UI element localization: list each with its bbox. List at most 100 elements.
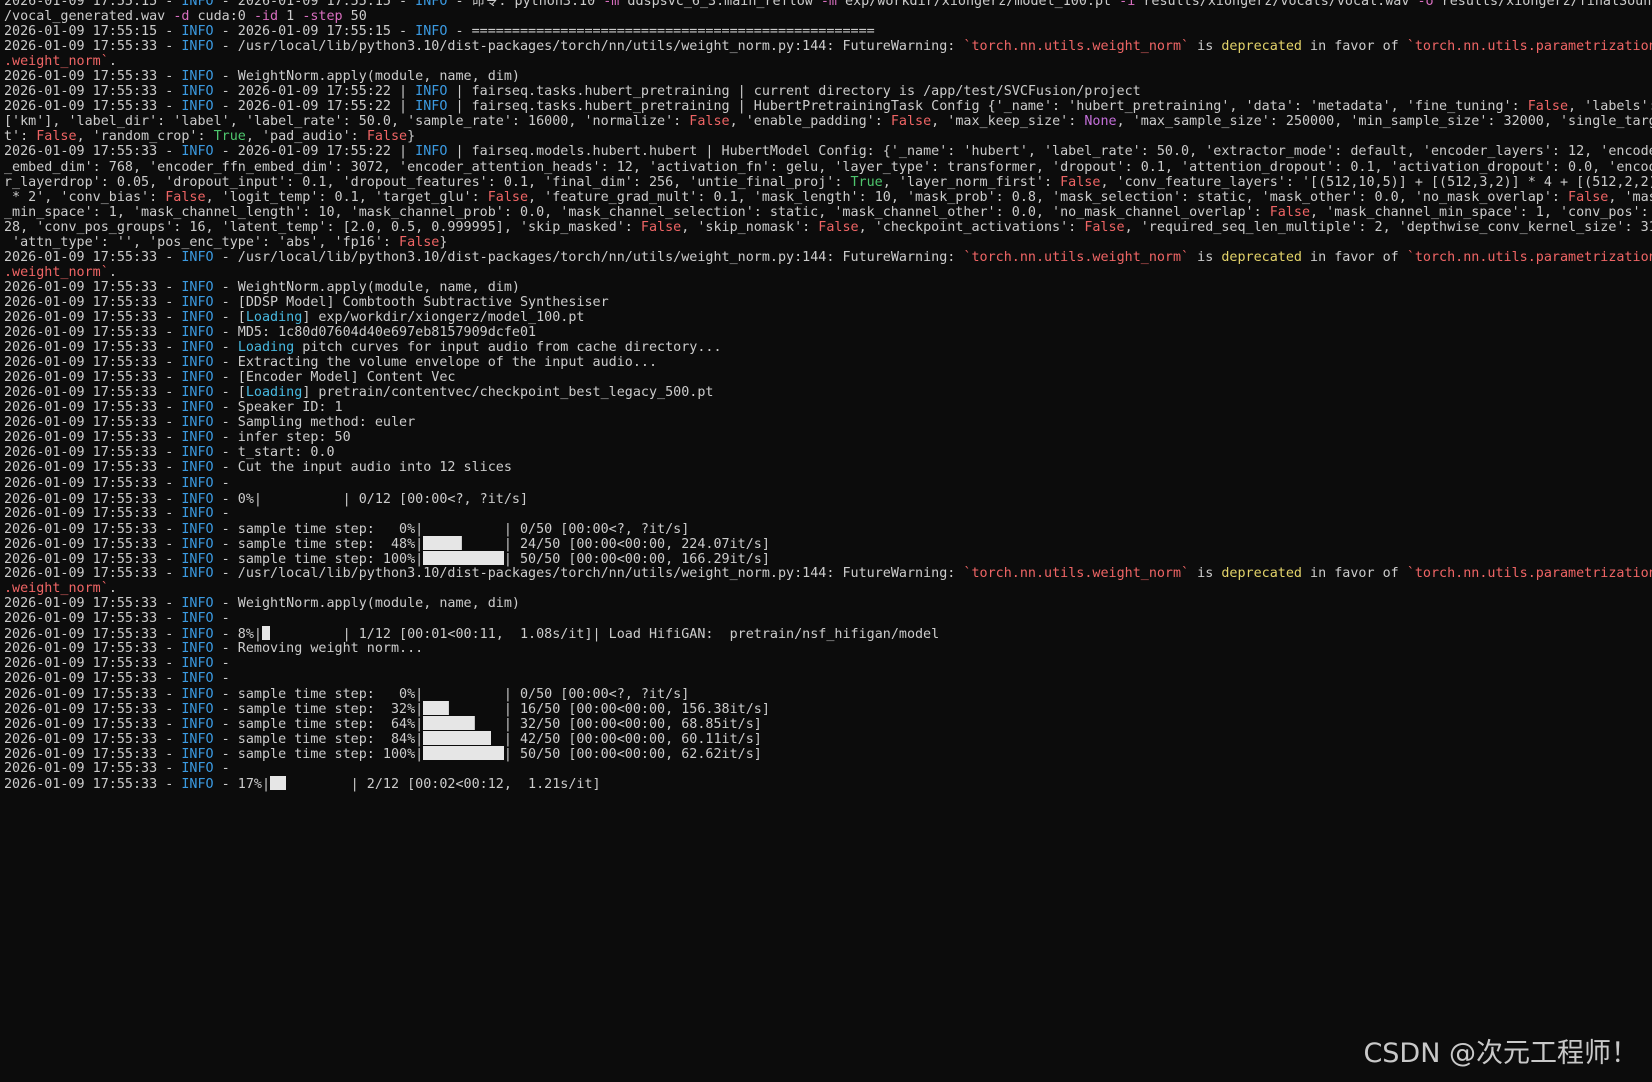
log-token-red: `torch.nn.utils.weight_norm`: [963, 39, 1190, 55]
log-line: * 2', 'conv_bias': False, 'logit_temp': …: [4, 190, 1652, 205]
log-line: _min_space': 1, 'mask_channel_length': 1…: [4, 205, 1652, 220]
log-line: t': False, 'random_crop': True, 'pad_aud…: [4, 129, 1652, 144]
log-token-info: INFO: [181, 355, 214, 371]
progress-bar: [262, 490, 343, 505]
log-text: - sample time step: 100%|: [213, 551, 424, 567]
log-text: 2026-01-09 17:55:33 -: [4, 747, 182, 763]
log-text: , 'mask_channel_min_space': 1, 'conv_pos…: [1310, 204, 1652, 220]
log-text: 2026-01-09 17:55:33 -: [4, 84, 182, 100]
log-line: 2026-01-09 17:55:33 - INFO - WeightNorm.…: [4, 280, 1652, 295]
log-token-info: INFO: [181, 84, 214, 100]
log-text: | 50/50 [00:00<00:00, 166.29it/s]: [503, 551, 770, 567]
log-token-red: False: [640, 219, 682, 235]
log-token-green: True: [213, 129, 246, 145]
log-text: | fairseq.tasks.hubert_pretraining | Hub…: [447, 99, 1528, 115]
log-line: 2026-01-09 17:55:33 - INFO - [Loading] e…: [4, 310, 1652, 325]
log-text: | 42/50 [00:00<00:00, 60.11it/s]: [503, 732, 762, 748]
log-line: 'attn_type': '', 'pos_enc_type': 'abs', …: [4, 235, 1652, 250]
log-text: - WeightNorm.apply(module, name, dim): [213, 69, 520, 85]
log-text: 2026-01-09 17:55:33 -: [4, 626, 182, 642]
log-line: 2026-01-09 17:55:33 - INFO - sample time…: [4, 746, 1652, 763]
log-text: 2026-01-09 17:55:33 -: [4, 385, 182, 401]
csdn-watermark: CSDN @次元工程师！: [1363, 1038, 1638, 1069]
log-line: 2026-01-09 17:55:33 - INFO - Sampling me…: [4, 415, 1652, 430]
log-text: ] pretrain/contentvec/checkpoint_best_le…: [302, 385, 714, 401]
log-text: 1: [278, 9, 303, 25]
log-text: , 'mask: [1608, 189, 1652, 205]
log-token-red: .weight_norm`: [4, 264, 109, 280]
log-token-yellow: deprecated: [1221, 39, 1302, 55]
log-token-dflag: -step: [302, 9, 343, 25]
log-text: is: [1189, 565, 1222, 581]
log-text: - sample time step: 48%|: [213, 536, 424, 552]
log-text: 2026-01-09 17:55:33 -: [4, 279, 182, 295]
log-text: , 'labels':: [1568, 99, 1652, 115]
log-token-info: INFO: [415, 24, 448, 40]
log-text: 2026-01-09 17:55:33 -: [4, 415, 182, 431]
terminal-output: 2026-01-09 17:55:15 - INFO - 2026-01-09 …: [4, 0, 1652, 792]
log-line: 2026-01-09 17:55:15 - INFO - 2026-01-09 …: [4, 24, 1652, 39]
log-token-info: INFO: [181, 279, 214, 295]
log-token-cyan: Loading: [245, 309, 303, 325]
log-token-red: `torch.nn.utils.parametrizations: [1406, 565, 1652, 581]
log-text: 2026-01-09 17:55:33 -: [4, 610, 182, 626]
log-token-info: INFO: [181, 551, 214, 567]
log-text: - WeightNorm.apply(module, name, dim): [213, 595, 520, 611]
log-text: .: [108, 264, 117, 280]
log-token-red: False: [689, 114, 730, 130]
log-token-info: INFO: [181, 595, 214, 611]
log-text: .: [108, 54, 117, 70]
log-token-info: INFO: [181, 0, 214, 9]
log-text: t':: [4, 129, 37, 145]
log-text: - 8%|: [213, 626, 262, 642]
log-text: - /usr/local/lib/python3.10/dist-package…: [213, 249, 964, 265]
log-text: - MD5: 1c80d07604d40e697eb8157909dcfe01: [213, 325, 537, 341]
log-token-info: INFO: [181, 309, 214, 325]
log-text: 2026-01-09 17:55:33 -: [4, 249, 182, 265]
progress-bar: [423, 731, 504, 746]
log-text: - WeightNorm.apply(module, name, dim): [213, 279, 520, 295]
log-token-info: INFO: [181, 702, 214, 718]
log-token-red: False: [890, 114, 932, 130]
log-line: 2026-01-09 17:55:33 - INFO -: [4, 476, 1652, 491]
log-token-red: `torch.nn.utils.parametrizations: [1406, 39, 1652, 55]
terminal-window[interactable]: 2026-01-09 17:55:15 - INFO - 2026-01-09 …: [0, 0, 1652, 1082]
log-token-red: False: [165, 189, 206, 205]
log-text: | 0/12 [00:00<?, ?it/s]: [342, 491, 529, 507]
log-text: 2026-01-09 17:55:33 -: [4, 400, 182, 416]
log-text: - 2026-01-09 17:55:15 -: [213, 24, 416, 40]
log-text: , 'required_seq_len_multiple': 2, 'depth…: [1124, 219, 1652, 235]
log-text: 2026-01-09 17:55:33 -: [4, 309, 182, 325]
log-line: 2026-01-09 17:55:33 - INFO - MD5: 1c80d0…: [4, 325, 1652, 340]
log-line: 2026-01-09 17:55:33 - INFO - 17%| | 2/12 …: [4, 776, 1652, 792]
log-token-red: .weight_norm`: [4, 580, 109, 596]
log-text: 2026-01-09 17:55:33 -: [4, 99, 182, 115]
log-text: in favor of: [1302, 39, 1407, 55]
log-text: 2026-01-09 17:55:33 -: [4, 294, 182, 310]
log-text: 28, 'conv_pos_groups': 16, 'latent_temp'…: [4, 219, 641, 235]
log-text: , 'layer_norm_first':: [882, 174, 1061, 190]
log-token-cyan: Loading: [237, 340, 295, 356]
log-line: 2026-01-09 17:55:33 - INFO - [Encoder Mo…: [4, 370, 1652, 385]
log-text: pitch curves for input audio from cache …: [294, 340, 722, 356]
log-token-red: False: [818, 219, 859, 235]
log-text: is: [1189, 249, 1222, 265]
log-token-info: INFO: [181, 144, 214, 160]
log-text: 2026-01-09 17:55:33 -: [4, 505, 182, 521]
log-line: .weight_norm`.: [4, 265, 1652, 280]
log-text: 2026-01-09 17:55:33 -: [4, 536, 182, 552]
progress-bar: [270, 776, 351, 791]
log-text: 'attn_type': '', 'pos_enc_type': 'abs', …: [4, 234, 400, 250]
log-line: r_layerdrop': 0.05, 'dropout_input': 0.1…: [4, 175, 1652, 190]
log-line: 2026-01-09 17:55:33 - INFO - sample time…: [4, 716, 1652, 732]
log-token-info: INFO: [415, 84, 448, 100]
progress-bar: [423, 716, 504, 731]
log-text: }: [439, 234, 448, 250]
log-line: 2026-01-09 17:55:33 - INFO - 8%| | 1/12 […: [4, 625, 1652, 642]
log-line: 2026-01-09 17:55:33 - INFO - t_start: 0.…: [4, 445, 1652, 460]
log-text: | 0/50 [00:00<?, ?it/s]: [503, 521, 690, 537]
log-text: 2026-01-09 17:55:33 -: [4, 340, 182, 356]
log-line: 2026-01-09 17:55:33 - INFO - Extracting …: [4, 355, 1652, 370]
log-text: - sample time step: 32%|: [213, 702, 424, 718]
log-text: , 'skip_nomask':: [681, 219, 819, 235]
